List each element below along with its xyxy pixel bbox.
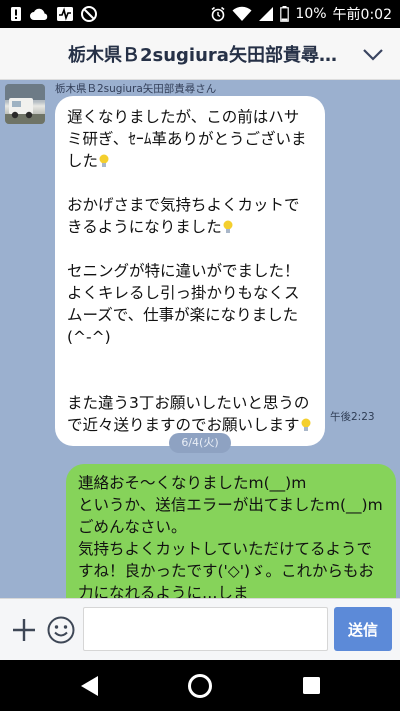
message-timestamp: 午後2:23	[330, 411, 375, 423]
cloud-icon	[29, 6, 49, 22]
plus-icon[interactable]	[10, 616, 38, 644]
signal-icon	[258, 6, 274, 22]
no-sound-icon	[81, 6, 97, 22]
battery-icon	[280, 6, 290, 22]
message-text: おかげさまで気持ちよくカットできるようになりました	[67, 196, 300, 236]
send-button[interactable]: 送信	[334, 607, 392, 651]
recent-apps-icon[interactable]	[303, 677, 320, 694]
home-icon[interactable]	[187, 673, 213, 699]
chat-title: 栃木県Ｂ2sugiura矢田部貴尋さん	[68, 44, 343, 66]
chevron-down-icon[interactable]	[360, 41, 386, 67]
lightbulb-icon	[99, 152, 109, 167]
message-text: セニングが特に違いがでました！よくキレるし引っ掛かりもなくスムーズで、仕事が楽に…	[67, 262, 300, 346]
emoji-icon[interactable]	[46, 615, 76, 645]
alert-icon	[10, 6, 22, 22]
status-bar: 10% 午前0:02	[0, 0, 400, 28]
message-input[interactable]	[83, 607, 328, 651]
message-line: 気持ちよくカットしていただけてるようですね！良かったです('◇')ゞ。これからも…	[78, 540, 375, 598]
activity-icon	[56, 6, 74, 22]
message-line: というか、送信エラーが出てましたm(__)m	[78, 496, 383, 514]
message-text: 遅くなりましたが、この前はハサミ研ぎ、ｾｰﾑ革ありがとうございました	[67, 108, 307, 170]
navigation-bar	[0, 660, 400, 711]
chat-area[interactable]: 栃木県Ｂ2sugiura矢田部貴尋さん 遅くなりましたが、この前はハサミ研ぎ、ｾ…	[0, 80, 400, 598]
sender-name: 栃木県Ｂ2sugiura矢田部貴尋さん	[55, 83, 217, 95]
back-icon[interactable]	[78, 674, 100, 698]
incoming-message-bubble[interactable]: 遅くなりましたが、この前はハサミ研ぎ、ｾｰﾑ革ありがとうございました おかげさま…	[55, 96, 325, 446]
outgoing-message-bubble[interactable]: 連絡おそ〜くなりましたm(__)m というか、送信エラーが出てましたm(__)m…	[66, 464, 396, 598]
message-line: ごめんなさい。	[78, 518, 187, 536]
lightbulb-icon	[301, 416, 311, 431]
wifi-icon	[232, 6, 252, 22]
battery-percent: 10%	[295, 6, 327, 22]
message-line: 連絡おそ〜くなりましたm(__)m	[78, 474, 307, 492]
message-input-bar: 送信	[0, 598, 400, 660]
lightbulb-icon	[223, 218, 233, 233]
avatar[interactable]	[5, 84, 45, 124]
status-clock: 午前0:02	[332, 7, 392, 23]
message-text: また違う3丁お願いしたいと思うので近々送りますのでお願いします	[67, 394, 311, 434]
alarm-icon	[210, 6, 226, 22]
chat-header: 栃木県Ｂ2sugiura矢田部貴尋さん	[0, 28, 400, 80]
date-separator: 6/4(火)	[169, 433, 231, 453]
